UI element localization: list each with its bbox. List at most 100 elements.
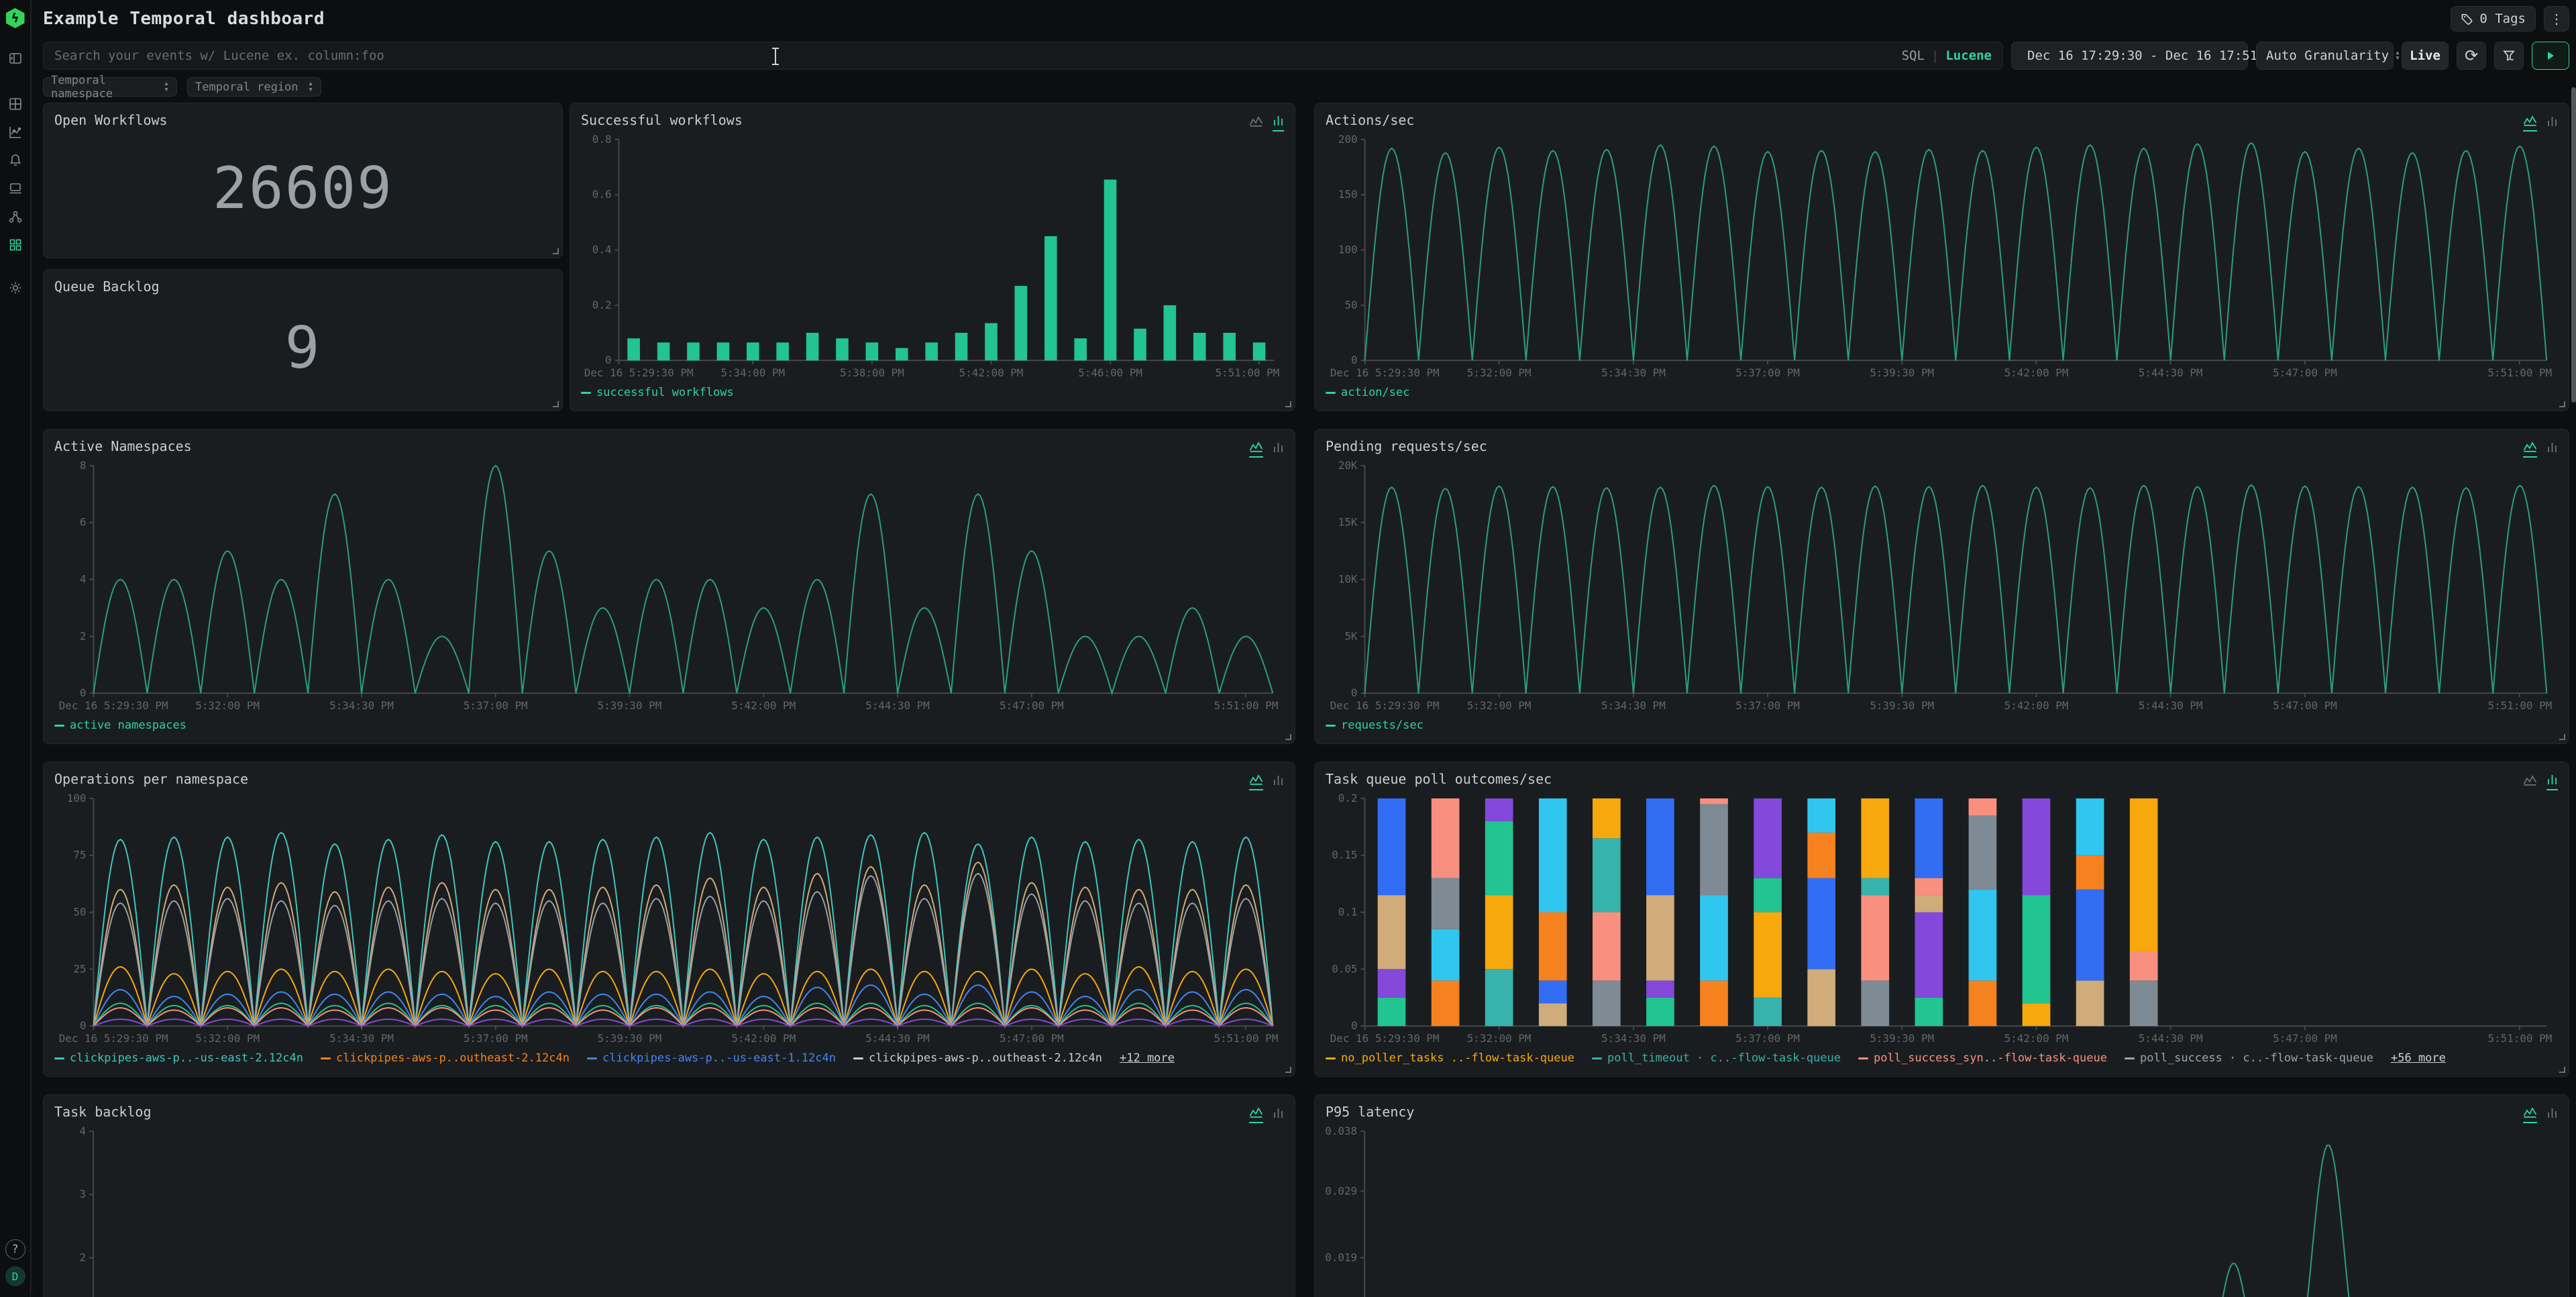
- chart-legend[interactable]: action/sec: [1326, 383, 2558, 402]
- svg-text:5:46:00 PM: 5:46:00 PM: [1078, 366, 1142, 379]
- bar-view-button[interactable]: [1273, 115, 1284, 132]
- line-view-button[interactable]: [1249, 441, 1263, 458]
- resize-handle[interactable]: [1285, 401, 1291, 407]
- panel-active-namespaces: Active Namespaces 02468Dec 16 5:29:30 PM…: [43, 429, 1295, 744]
- resize-handle[interactable]: [2559, 1067, 2565, 1073]
- operations-chart[interactable]: 0255075100Dec 16 5:29:30 PM5:32:00 PM5:3…: [54, 790, 1284, 1049]
- resize-handle[interactable]: [1285, 734, 1291, 740]
- legend-item[interactable]: poll_timeout · c..-flow-task-queue: [1592, 1051, 1841, 1065]
- live-button[interactable]: Live: [2402, 42, 2449, 70]
- legend-item[interactable]: action/sec: [1326, 386, 1409, 399]
- date-range-button[interactable]: Dec 16 17:29:30 - Dec 16 17:51:30: [2011, 42, 2248, 70]
- gear-icon[interactable]: [5, 278, 25, 298]
- svg-text:Dec 16 5:29:30 PM: Dec 16 5:29:30 PM: [584, 366, 694, 379]
- svg-text:5:44:30 PM: 5:44:30 PM: [2139, 1032, 2203, 1045]
- help-button[interactable]: ?: [5, 1239, 25, 1259]
- chart-legend[interactable]: successful workflows: [581, 383, 1284, 402]
- svg-text:5:32:00 PM: 5:32:00 PM: [1467, 699, 1532, 712]
- collapse-sidebar-icon[interactable]: [5, 48, 25, 68]
- refresh-button[interactable]: ⟳: [2457, 42, 2486, 70]
- bar-view-button[interactable]: [1273, 441, 1284, 458]
- line-view-button[interactable]: [2523, 774, 2537, 790]
- resize-handle[interactable]: [1285, 1067, 1291, 1073]
- successful-workflows-chart[interactable]: 00.20.40.60.8Dec 16 5:29:30 PM5:34:00 PM…: [581, 132, 1284, 383]
- chart-legend[interactable]: no_poller_tasks ..-flow-task-queue poll_t…: [1326, 1049, 2558, 1068]
- bar-view-button[interactable]: [1273, 1106, 1284, 1123]
- task-queue-poll-chart[interactable]: 00.050.10.150.2Dec 16 5:29:30 PM5:32:00 …: [1326, 790, 2558, 1049]
- legend-more-link[interactable]: +12 more: [1120, 1051, 1175, 1065]
- actions-sec-chart[interactable]: 050100150200Dec 16 5:29:30 PM5:32:00 PM5…: [1326, 132, 2558, 383]
- svg-text:5K: 5K: [1344, 629, 1358, 642]
- svg-text:5:47:00 PM: 5:47:00 PM: [2273, 366, 2337, 379]
- svg-text:2: 2: [80, 629, 87, 642]
- bar-view-button[interactable]: [2546, 1106, 2558, 1123]
- resize-handle[interactable]: [553, 401, 559, 407]
- panel-successful-workflows: Successful workflows 00.20.40.60.8Dec 16…: [570, 103, 1295, 411]
- user-avatar[interactable]: D: [5, 1266, 25, 1286]
- legend-item[interactable]: poll_success · c..-flow-task-queue: [2125, 1051, 2373, 1065]
- run-query-button[interactable]: [2532, 42, 2569, 70]
- line-view-button[interactable]: [2523, 1106, 2537, 1123]
- tags-button[interactable]: 0 Tags: [2451, 6, 2536, 32]
- more-menu-button[interactable]: ⋮: [2544, 6, 2569, 32]
- line-view-button[interactable]: [1249, 774, 1263, 790]
- svg-text:100: 100: [67, 792, 87, 805]
- datasets-icon[interactable]: [5, 94, 25, 114]
- active-namespaces-chart[interactable]: 02468Dec 16 5:29:30 PM5:32:00 PM5:34:30 …: [54, 458, 1284, 716]
- line-view-button[interactable]: [2523, 441, 2537, 458]
- legend-item[interactable]: poll_success_syn..-flow-task-queue: [1858, 1051, 2107, 1065]
- legend-item[interactable]: clickpipes-aws-p..-us-east-2.12c4n: [54, 1051, 303, 1065]
- p95-latency-chart[interactable]: 0.0190.0290.038Dec 16 5:29:30 PM5:32:00 …: [1326, 1123, 2558, 1297]
- play-icon: [2544, 50, 2557, 62]
- bar-view-button[interactable]: [2546, 115, 2558, 132]
- query-chart-icon[interactable]: [5, 122, 25, 142]
- legend-item[interactable]: clickpipes-aws-p..outheast-2.12c4n: [321, 1051, 570, 1065]
- line-view-button[interactable]: [1249, 1106, 1263, 1123]
- resize-handle[interactable]: [2559, 734, 2565, 740]
- chart-legend[interactable]: clickpipes-aws-p..-us-east-2.12c4n clickp…: [54, 1049, 1284, 1068]
- bar-view-button[interactable]: [2546, 441, 2558, 458]
- legend-item[interactable]: successful workflows: [581, 386, 734, 399]
- svg-text:10K: 10K: [1338, 573, 1358, 586]
- chart-legend[interactable]: requests/sec: [1326, 716, 2558, 735]
- chart-legend[interactable]: active namespaces: [54, 716, 1284, 735]
- filter-temporal-region[interactable]: Temporal region ▴▾: [187, 77, 321, 97]
- granularity-select[interactable]: Auto Granularity ▴▾: [2256, 42, 2394, 70]
- svg-text:5:39:30 PM: 5:39:30 PM: [1870, 1032, 1934, 1045]
- bar-view-button[interactable]: [2546, 774, 2558, 790]
- search-input[interactable]: Search your events w/ Lucene ex. column:…: [43, 42, 2003, 70]
- svg-text:5:34:30 PM: 5:34:30 PM: [329, 699, 394, 712]
- legend-item[interactable]: clickpipes-aws-p..outheast-2.12c4n: [853, 1051, 1102, 1065]
- svg-text:5:51:00 PM: 5:51:00 PM: [1215, 366, 1279, 379]
- line-view-button[interactable]: [1249, 115, 1263, 132]
- bell-icon[interactable]: [5, 150, 25, 170]
- legend-item[interactable]: no_poller_tasks ..-flow-task-queue: [1326, 1051, 1574, 1065]
- dashboard-grid: Open Workflows 26609 Queue Backlog 9 Suc…: [43, 103, 2569, 1297]
- monitor-icon[interactable]: [5, 178, 25, 199]
- resize-handle[interactable]: [2559, 401, 2565, 407]
- flow-icon[interactable]: [5, 207, 25, 227]
- search-placeholder: Search your events w/ Lucene ex. column:…: [54, 48, 384, 63]
- panel-operations-per-namespace: Operations per namespace 0255075100Dec 1…: [43, 762, 1295, 1077]
- line-view-button[interactable]: [2523, 115, 2537, 132]
- stat-value: 9: [54, 295, 551, 402]
- dashboards-icon[interactable]: [5, 235, 25, 255]
- svg-text:5:32:00 PM: 5:32:00 PM: [1467, 366, 1532, 379]
- bar-view-button[interactable]: [1273, 774, 1284, 790]
- filter-button[interactable]: [2494, 42, 2524, 70]
- svg-text:5:44:30 PM: 5:44:30 PM: [865, 1032, 930, 1045]
- resize-handle[interactable]: [553, 248, 559, 254]
- task-backlog-chart[interactable]: 234Dec 16 5:29:30 PM5:32:00 PM5:34:30 PM…: [54, 1123, 1284, 1297]
- axiom-logo-icon[interactable]: ϟ: [6, 8, 25, 28]
- svg-text:20K: 20K: [1338, 459, 1358, 472]
- legend-item[interactable]: requests/sec: [1326, 719, 1424, 732]
- query-language-toggle[interactable]: SQL | Lucene: [1902, 48, 1992, 63]
- pending-requests-chart[interactable]: 05K10K15K20KDec 16 5:29:30 PM5:32:00 PM5…: [1326, 458, 2558, 716]
- legend-item[interactable]: clickpipes-aws-p..-us-east-1.12c4n: [587, 1051, 836, 1065]
- chevron-up-down-icon: ▴▾: [308, 81, 313, 92]
- vertical-scrollbar[interactable]: [2571, 87, 2576, 403]
- legend-item[interactable]: active namespaces: [54, 719, 186, 732]
- svg-text:200: 200: [1338, 133, 1358, 146]
- filter-temporal-namespace[interactable]: Temporal namespace ▴▾: [43, 77, 177, 97]
- legend-more-link[interactable]: +56 more: [2391, 1051, 2446, 1065]
